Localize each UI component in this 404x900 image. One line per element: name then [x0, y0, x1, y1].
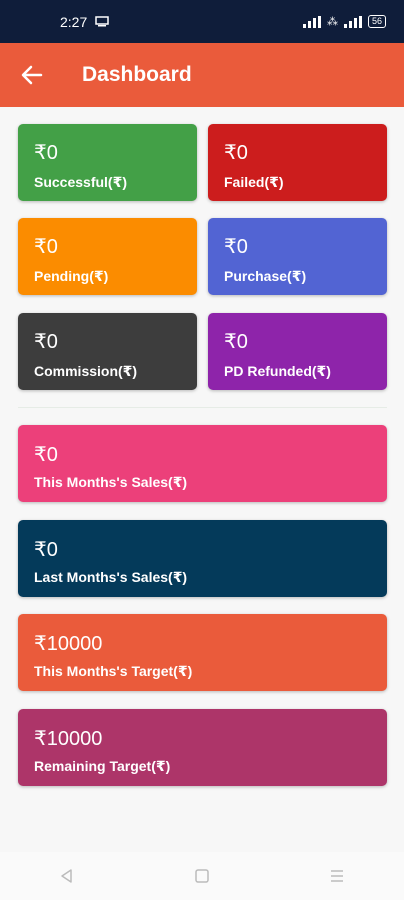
- nav-home-button[interactable]: [172, 852, 232, 900]
- card-label: Successful(₹): [34, 174, 127, 190]
- card-amount: ₹10000: [34, 728, 103, 750]
- card-amount: ₹0: [224, 331, 248, 353]
- commission-card[interactable]: ₹0 Commission(₹): [18, 313, 197, 390]
- card-label: This Months's Target(₹): [34, 663, 193, 679]
- this-month-sales-card[interactable]: ₹0 This Months's Sales(₹): [18, 425, 387, 502]
- card-label: Failed(₹): [224, 174, 284, 190]
- card-label: PD Refunded(₹): [224, 363, 331, 379]
- card-label: Purchase(₹): [224, 268, 307, 284]
- pending-card[interactable]: ₹0 Pending(₹): [18, 218, 197, 295]
- failed-card[interactable]: ₹0 Failed(₹): [208, 124, 387, 201]
- card-amount: ₹0: [224, 236, 248, 258]
- card-amount: ₹0: [34, 142, 58, 164]
- wifi-icon: ⁂: [326, 16, 338, 28]
- card-amount: ₹0: [34, 331, 58, 353]
- successful-card[interactable]: ₹0 Successful(₹): [18, 124, 197, 201]
- cast-icon: [95, 16, 109, 27]
- signal-icon-2: [343, 15, 362, 28]
- card-amount: ₹0: [34, 539, 58, 561]
- signal-icon: [302, 15, 321, 28]
- card-label: Remaining Target(₹): [34, 758, 171, 774]
- card-amount: ₹0: [34, 444, 58, 466]
- card-amount: ₹0: [224, 142, 248, 164]
- page-title: Dashboard: [82, 63, 192, 86]
- back-arrow-icon: [21, 65, 43, 85]
- this-month-target-card[interactable]: ₹10000 This Months's Target(₹): [18, 614, 387, 691]
- card-amount: ₹10000: [34, 633, 103, 655]
- triangle-back-icon: [61, 869, 73, 883]
- status-bar: 2:27 ⁂ 56: [0, 0, 404, 43]
- back-button[interactable]: [0, 43, 64, 107]
- app-bar: Dashboard: [0, 43, 404, 107]
- nav-menu-button[interactable]: [307, 852, 367, 900]
- card-label: Pending(₹): [34, 268, 109, 284]
- card-label: This Months's Sales(₹): [34, 474, 188, 490]
- menu-lines-icon: [330, 870, 343, 882]
- square-home-icon: [195, 869, 209, 883]
- card-amount: ₹0: [34, 236, 58, 258]
- status-time: 2:27: [60, 13, 88, 30]
- system-nav-bar: [0, 852, 404, 900]
- remaining-target-card[interactable]: ₹10000 Remaining Target(₹): [18, 709, 387, 786]
- purchase-card[interactable]: ₹0 Purchase(₹): [208, 218, 387, 295]
- last-month-sales-card[interactable]: ₹0 Last Months's Sales(₹): [18, 520, 387, 597]
- pd-refunded-card[interactable]: ₹0 PD Refunded(₹): [208, 313, 387, 390]
- card-label: Last Months's Sales(₹): [34, 569, 188, 585]
- divider: [18, 407, 387, 408]
- card-label: Commission(₹): [34, 363, 138, 379]
- battery-icon: 56: [367, 15, 386, 28]
- nav-back-button[interactable]: [37, 852, 97, 900]
